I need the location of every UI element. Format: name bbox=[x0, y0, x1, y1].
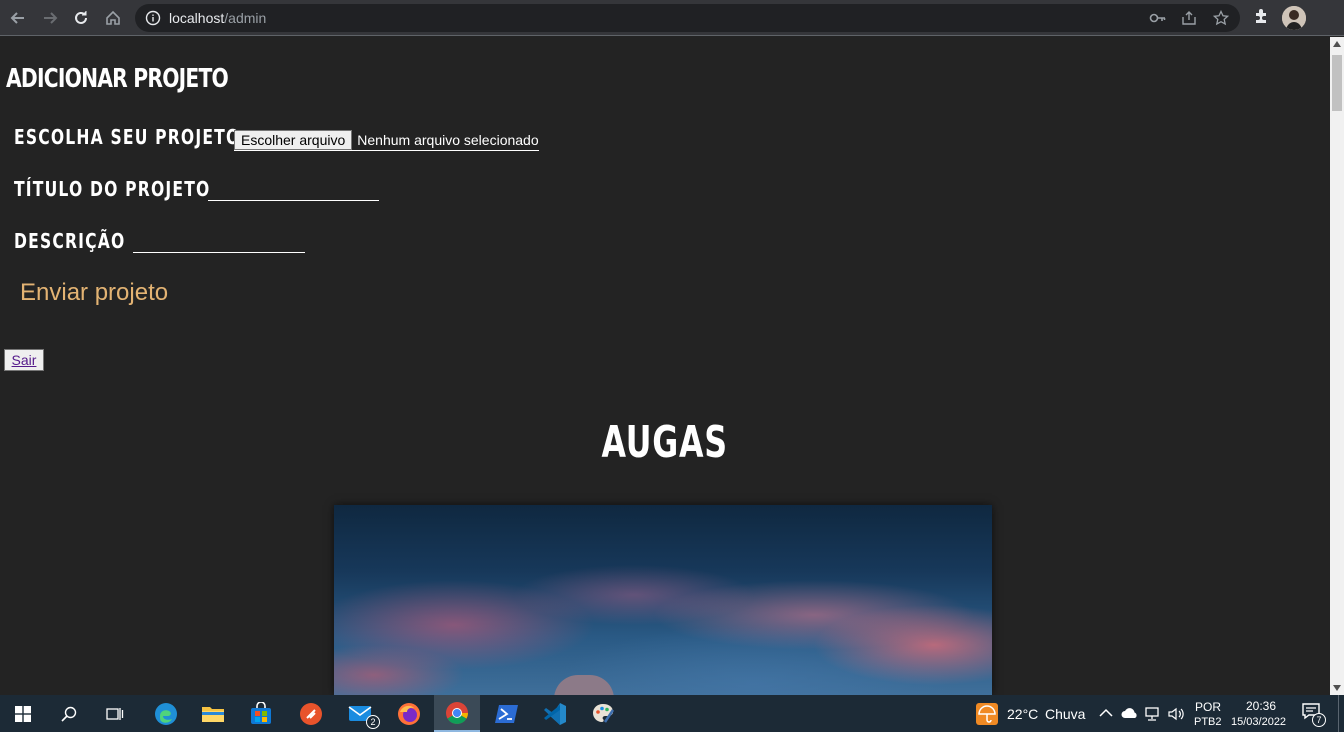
triangle-up-icon bbox=[1333, 41, 1341, 47]
url-text[interactable]: localhost/admin bbox=[169, 10, 266, 26]
rocket-app-icon bbox=[300, 702, 322, 725]
browser-toolbar: localhost/admin bbox=[0, 0, 1344, 36]
page-content: ADICIONAR PROJETO ESCOLHA SEU PROJETO Es… bbox=[0, 37, 1330, 695]
weather-temp[interactable]: 22°C bbox=[1007, 706, 1038, 722]
profile-avatar[interactable] bbox=[1282, 6, 1306, 30]
paint-palette-icon bbox=[593, 703, 615, 723]
keyboard-layout[interactable]: PTB2 bbox=[1194, 716, 1222, 728]
extensions-icon[interactable] bbox=[1253, 7, 1271, 25]
back-button[interactable] bbox=[7, 7, 29, 29]
scroll-down-button[interactable] bbox=[1330, 681, 1344, 695]
cloud-icon[interactable] bbox=[1121, 707, 1139, 719]
chevron-up-icon[interactable] bbox=[1099, 708, 1113, 718]
windows-icon bbox=[15, 705, 31, 722]
edge-icon bbox=[155, 702, 177, 725]
page-title: ADICIONAR PROJETO bbox=[6, 64, 229, 94]
scroll-thumb[interactable] bbox=[1332, 55, 1342, 111]
project-title-text: AUGAS bbox=[601, 417, 729, 468]
store-icon bbox=[251, 701, 271, 724]
volume-icon[interactable] bbox=[1167, 706, 1185, 722]
file-input[interactable]: Escolher arquivo Nenhum arquivo selecion… bbox=[234, 129, 539, 151]
triangle-down-icon bbox=[1333, 685, 1341, 691]
choose-file-button[interactable]: Escolher arquivo bbox=[234, 129, 353, 150]
star-icon[interactable] bbox=[1213, 10, 1229, 26]
umbrella-icon bbox=[978, 705, 996, 723]
share-icon[interactable] bbox=[1181, 10, 1197, 26]
forward-button[interactable] bbox=[39, 7, 61, 29]
taskbar-edge[interactable] bbox=[143, 695, 189, 732]
project-image bbox=[334, 505, 992, 695]
home-icon bbox=[106, 10, 120, 25]
description-input[interactable] bbox=[133, 231, 305, 253]
key-icon[interactable] bbox=[1149, 10, 1167, 26]
firefox-icon bbox=[398, 702, 420, 725]
reload-icon bbox=[75, 11, 87, 24]
task-view-button[interactable] bbox=[92, 695, 138, 732]
arrow-right-icon bbox=[44, 12, 58, 24]
taskbar-mail[interactable]: 2 bbox=[338, 695, 384, 732]
taskbar: 2 22°C Chuva POR PTB2 20:36 15/03/2022 7 bbox=[0, 695, 1344, 732]
address-bar[interactable]: localhost/admin bbox=[135, 4, 1240, 32]
taskbar-chrome[interactable] bbox=[434, 695, 480, 732]
avatar-icon bbox=[1282, 6, 1306, 30]
search-icon bbox=[61, 706, 77, 722]
mail-badge: 2 bbox=[366, 715, 380, 729]
description-label: DESCRIÇÃO bbox=[14, 229, 126, 253]
notification-center-button[interactable]: 7 bbox=[1300, 701, 1330, 727]
taskbar-firefox[interactable] bbox=[386, 695, 432, 732]
info-icon[interactable] bbox=[145, 10, 161, 26]
clock-time[interactable]: 20:36 bbox=[1246, 699, 1276, 713]
taskbar-powershell[interactable] bbox=[484, 695, 530, 732]
taskbar-file-explorer[interactable] bbox=[190, 695, 236, 732]
show-desktop-button[interactable] bbox=[1338, 695, 1344, 732]
taskbar-vscode[interactable] bbox=[532, 695, 578, 732]
weather-widget[interactable] bbox=[976, 703, 998, 725]
image-rock-shape bbox=[554, 675, 614, 695]
url-host: localhost bbox=[169, 10, 225, 26]
title-input[interactable] bbox=[208, 179, 379, 201]
scroll-up-button[interactable] bbox=[1330, 37, 1344, 51]
taskbar-app-red[interactable] bbox=[288, 695, 334, 732]
url-path: /admin bbox=[224, 10, 267, 26]
start-button[interactable] bbox=[0, 695, 46, 732]
title-label: TÍTULO DO PROJETO bbox=[14, 177, 211, 201]
logout-button[interactable]: Sair bbox=[4, 349, 44, 371]
submit-button[interactable]: Enviar projeto bbox=[20, 279, 168, 307]
vscode-icon bbox=[544, 702, 566, 725]
taskbar-store[interactable] bbox=[238, 695, 284, 732]
chrome-icon bbox=[446, 701, 468, 724]
search-button[interactable] bbox=[46, 695, 92, 732]
taskbar-paint[interactable] bbox=[580, 695, 626, 732]
project-title: AUGAS bbox=[0, 417, 1330, 468]
weather-condition[interactable]: Chuva bbox=[1045, 706, 1085, 722]
page-scrollbar[interactable] bbox=[1330, 37, 1344, 695]
arrow-left-icon bbox=[10, 12, 24, 24]
clock-date[interactable]: 15/03/2022 bbox=[1231, 716, 1286, 728]
folder-icon bbox=[202, 706, 224, 722]
powershell-icon bbox=[495, 704, 518, 723]
file-status: Nenhum arquivo selecionado bbox=[357, 131, 539, 148]
file-label: ESCOLHA SEU PROJETO bbox=[14, 125, 241, 149]
network-icon[interactable] bbox=[1144, 706, 1162, 722]
reload-button[interactable] bbox=[70, 7, 92, 29]
task-view-icon bbox=[106, 707, 124, 720]
home-button[interactable] bbox=[102, 7, 124, 29]
notification-badge: 7 bbox=[1312, 713, 1326, 727]
language-code[interactable]: POR bbox=[1195, 700, 1221, 714]
